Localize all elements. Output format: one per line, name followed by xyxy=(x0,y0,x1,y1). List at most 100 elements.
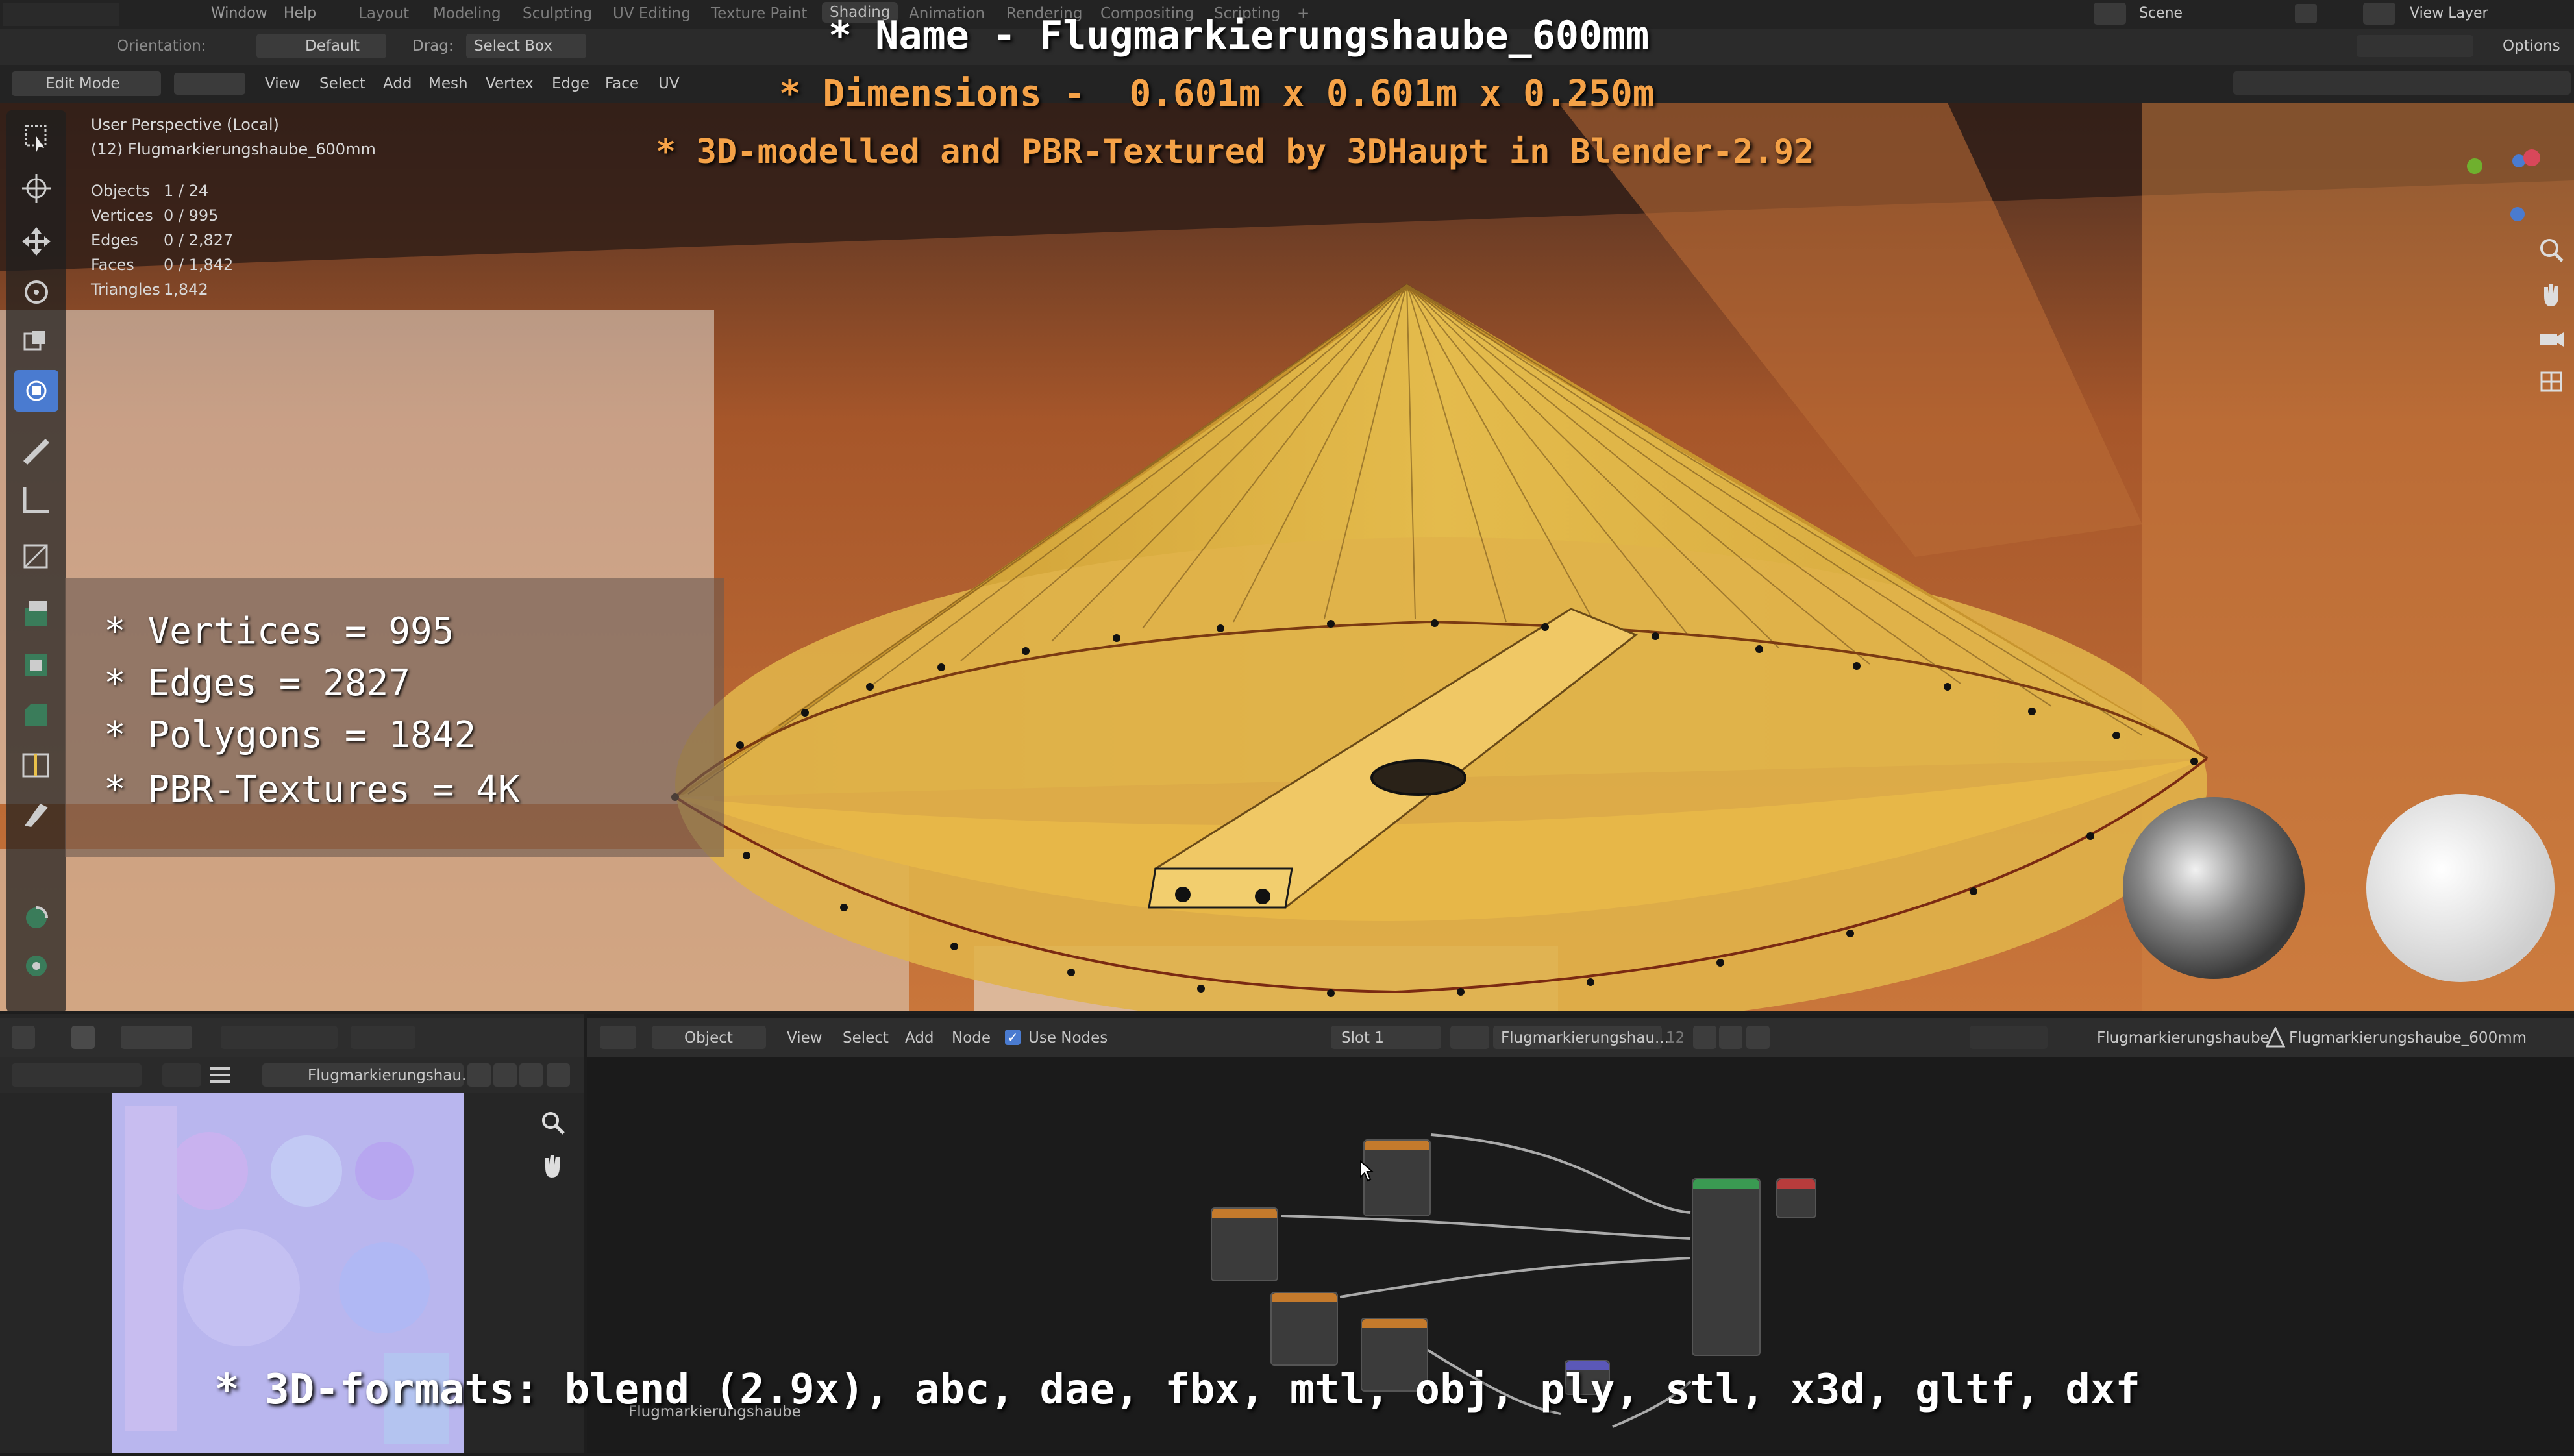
node-editor-type-icon[interactable] xyxy=(600,1026,636,1049)
node-snap-buttons[interactable] xyxy=(1970,1026,2048,1049)
stat-vertices-key: Vertices xyxy=(91,206,153,225)
add-cube-tool-icon[interactable] xyxy=(14,535,58,576)
node-menu-add[interactable]: Add xyxy=(905,1030,934,1046)
menu-add[interactable]: Add xyxy=(383,75,412,92)
loop-cut-tool-icon[interactable] xyxy=(14,744,58,785)
cursor-tool-icon[interactable] xyxy=(14,167,58,209)
inset-tool-icon[interactable] xyxy=(14,644,58,685)
stat-objects-key: Objects xyxy=(91,182,150,200)
rotate-tool-icon[interactable] xyxy=(14,271,58,313)
select-mode-buttons[interactable] xyxy=(174,73,245,95)
use-nodes-label: Use Nodes xyxy=(1028,1030,1108,1046)
scene-selector-icon[interactable] xyxy=(2094,3,2126,25)
pivot-snap-buttons[interactable] xyxy=(221,1026,338,1049)
move-tool-icon[interactable] xyxy=(14,221,58,262)
node-menu-node[interactable]: Node xyxy=(952,1030,991,1046)
menu-edge[interactable]: Edge xyxy=(552,75,589,92)
scale-tool-icon[interactable] xyxy=(14,322,58,364)
camera-view-icon[interactable] xyxy=(2535,322,2568,354)
view-layer-icon[interactable] xyxy=(2363,3,2395,25)
drag-label: Drag: xyxy=(412,38,454,55)
overlay-textures-line: * PBR-Textures = 4K xyxy=(104,769,520,811)
proportional-edit-buttons[interactable] xyxy=(351,1026,415,1049)
spin-tool-icon[interactable] xyxy=(14,897,58,939)
stat-triangles-value: 1,842 xyxy=(164,280,208,299)
node-menu-view[interactable]: View xyxy=(787,1030,823,1046)
new-image-icon[interactable] xyxy=(493,1063,517,1087)
tab-layout[interactable]: Layout xyxy=(358,5,409,22)
menu-window[interactable]: Window xyxy=(211,5,267,21)
scene-name[interactable]: Scene xyxy=(2139,5,2183,21)
view-mode-dropdown[interactable] xyxy=(162,1063,201,1087)
drag-value: Select Box xyxy=(474,38,553,55)
pan-hand-icon[interactable] xyxy=(2535,278,2568,310)
uv-select-mode-buttons[interactable] xyxy=(121,1026,192,1049)
material-output-node[interactable] xyxy=(1776,1178,1816,1218)
mouse-cursor-icon xyxy=(1359,1159,1375,1182)
3d-viewport[interactable] xyxy=(0,103,2574,1011)
node-editor-header: Object View Select Add Node ✓ Use Nodes … xyxy=(587,1018,2574,1057)
texture-node[interactable] xyxy=(1270,1292,1338,1366)
stat-faces-value: 0 / 1,842 xyxy=(164,256,234,274)
measure-tool-icon[interactable] xyxy=(14,478,58,519)
select-box-tool-icon[interactable] xyxy=(14,117,58,158)
overlay-edges-line: * Edges = 2827 xyxy=(104,662,411,704)
xyz-mirror-toggles[interactable] xyxy=(2357,35,2473,57)
unlink-image-icon[interactable] xyxy=(547,1063,570,1087)
tab-sculpting[interactable]: Sculpting xyxy=(523,5,592,22)
menu-mesh[interactable]: Mesh xyxy=(428,75,468,92)
overlay-formats-line: * 3D-formats: blend (2.9x), abc, dae, fb… xyxy=(214,1366,2140,1414)
fake-user-icon[interactable] xyxy=(467,1063,491,1087)
smooth-tool-icon[interactable] xyxy=(14,945,58,987)
open-image-icon[interactable] xyxy=(519,1063,543,1087)
extrude-tool-icon[interactable] xyxy=(14,592,58,634)
pin-icon[interactable] xyxy=(1780,1026,1803,1049)
viewport-object-label: (12) Flugmarkierungshaube_600mm xyxy=(91,140,376,158)
editor-type-icon[interactable] xyxy=(12,1026,35,1049)
use-nodes-checkbox[interactable]: ✓ xyxy=(1005,1030,1021,1045)
annotate-tool-icon[interactable] xyxy=(14,428,58,470)
view-layer-name[interactable]: View Layer xyxy=(2410,5,2488,21)
select-tool-icon[interactable] xyxy=(71,1026,95,1049)
overlay-credit-line: * 3D-modelled and PBR-Textured by 3DHaup… xyxy=(656,132,1814,171)
knife-tool-icon[interactable] xyxy=(14,793,58,835)
shading-mode-buttons[interactable] xyxy=(2233,71,2571,95)
tab-texture-paint[interactable]: Texture Paint xyxy=(711,5,807,22)
new-scene-icon[interactable] xyxy=(2295,4,2317,23)
object-name: Flugmarkierungshaube xyxy=(2097,1030,2270,1046)
stat-objects-value: 1 / 24 xyxy=(164,182,209,200)
mode-label: Edit Mode xyxy=(45,75,120,92)
menu-vertex[interactable]: Vertex xyxy=(486,75,534,92)
principled-bsdf-node[interactable] xyxy=(1692,1178,1761,1356)
material-unlink-icon[interactable] xyxy=(1746,1026,1770,1049)
orientation-label: Orientation: xyxy=(117,38,206,55)
image-pan-icon[interactable] xyxy=(538,1150,569,1181)
menu-hamburger-icon[interactable] xyxy=(210,1066,232,1084)
menu-help[interactable]: Help xyxy=(284,5,316,21)
transform-tool-icon[interactable] xyxy=(14,370,58,412)
viewport-scene xyxy=(0,103,2574,1011)
menu-view[interactable]: View xyxy=(265,75,301,92)
zoom-icon[interactable] xyxy=(2535,234,2568,266)
tab-modeling[interactable]: Modeling xyxy=(433,5,501,22)
perspective-grid-icon[interactable] xyxy=(2535,365,2568,397)
viewport-perspective-label: User Perspective (Local) xyxy=(91,116,279,134)
options-dropdown[interactable]: Options xyxy=(2503,38,2560,55)
image-zoom-icon[interactable] xyxy=(538,1107,569,1139)
material-fake-user-icon[interactable] xyxy=(1693,1026,1716,1049)
texture-node[interactable] xyxy=(1211,1207,1278,1281)
material-browse-icon[interactable] xyxy=(1450,1026,1489,1049)
material-duplicate-icon[interactable] xyxy=(1719,1026,1742,1049)
image-editor-header xyxy=(0,1018,584,1057)
uv-sync-buttons[interactable] xyxy=(12,1063,142,1087)
menu-face[interactable]: Face xyxy=(605,75,639,92)
bevel-tool-icon[interactable] xyxy=(14,693,58,735)
overlay-name-line: * Name - Flugmarkierungshaube_600mm xyxy=(828,13,1650,58)
menu-uv[interactable]: UV xyxy=(658,75,680,92)
stat-edges-value: 0 / 2,827 xyxy=(164,231,234,249)
menu-select[interactable]: Select xyxy=(319,75,365,92)
node-menu-select[interactable]: Select xyxy=(843,1030,889,1046)
material-name: Flugmarkierungshau... xyxy=(1501,1030,1669,1046)
overlay-vertices-line: * Vertices = 995 xyxy=(104,610,454,652)
tab-uv-editing[interactable]: UV Editing xyxy=(613,5,691,22)
